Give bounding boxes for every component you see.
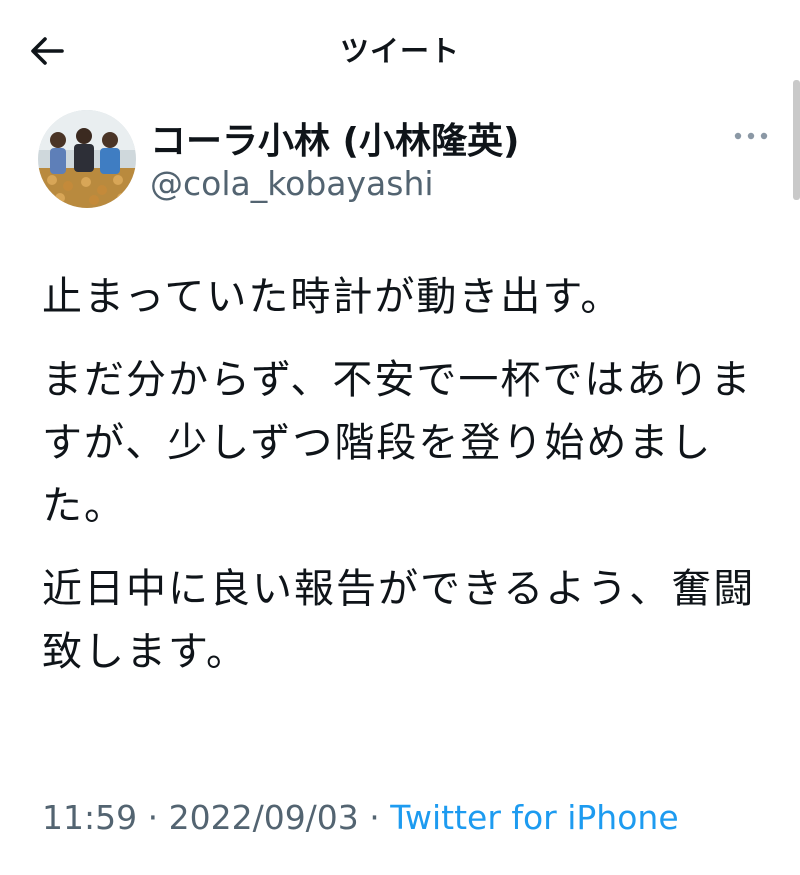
tweet-text: 止まっていた時計が動き出す。 まだ分からず、不安で一杯ではありますが、少しずつ階…: [42, 266, 772, 704]
more-options-button[interactable]: [726, 116, 776, 156]
tweet-source-link[interactable]: Twitter for iPhone: [390, 798, 678, 837]
scrollbar-thumb[interactable]: [793, 80, 800, 200]
author-handle[interactable]: @cola_kobayashi: [150, 164, 434, 203]
meta-separator: ·: [137, 798, 169, 837]
author-display-name[interactable]: コーラ小林 (小林隆英): [150, 112, 519, 164]
page-title: ツイート: [339, 34, 460, 68]
tweet-paragraph: 近日中に良い報告ができるよう、奮闘致します。: [42, 566, 756, 675]
meta-separator: ·: [358, 798, 391, 837]
more-dots-icon: [734, 132, 768, 140]
tweet-paragraph: まだ分からず、不安で一杯ではありますが、少しずつ階段を登り始めました。: [42, 357, 753, 529]
tweet-time: 11:59: [42, 798, 138, 837]
avatar[interactable]: [38, 110, 136, 208]
tweet-metadata: 11:59 · 2022/09/03 · Twitter for iPhone: [42, 798, 679, 837]
top-nav-bar: ツイート: [0, 0, 800, 96]
tweet-paragraph: 止まっていた時計が動き出す。: [42, 274, 623, 320]
tweet-date: 2022/09/03: [168, 798, 359, 837]
